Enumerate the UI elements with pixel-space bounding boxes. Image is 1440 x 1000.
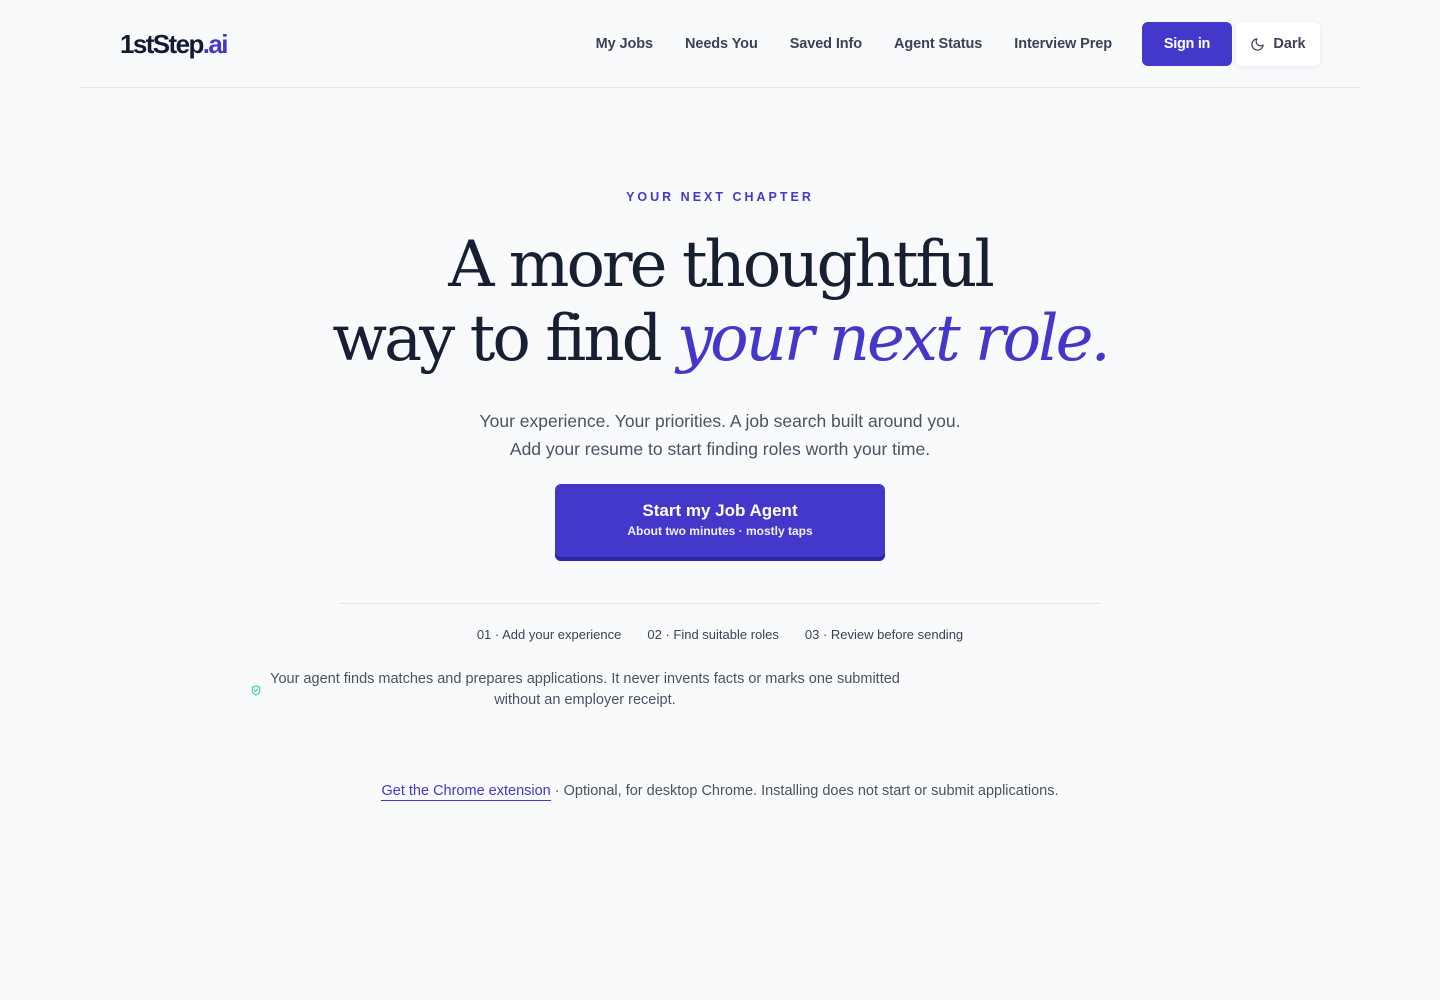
start-job-agent-button[interactable]: Start my Job Agent About two minutes · m… [555, 484, 885, 561]
chrome-extension-note: Get the Chrome extension · Optional, for… [0, 783, 1440, 801]
nav-interview-prep[interactable]: Interview Prep [1014, 36, 1112, 52]
logo[interactable]: 1stStep.ai [120, 27, 229, 61]
logo-tld: .ai [202, 29, 229, 59]
hero-headline: A more thoughtful way to find your next … [0, 228, 1440, 376]
headline-plain: way to find [332, 302, 662, 376]
shield-icon [251, 683, 261, 701]
logo-wordmark: 1stStep [120, 29, 204, 59]
nav-my-jobs[interactable]: My Jobs [596, 36, 653, 52]
site-header: 1stStep.ai My Jobs Needs You Saved Info … [80, 0, 1360, 88]
hero-subtext: Your experience. Your priorities. A job … [0, 407, 1440, 463]
step-3: 03 · Review before sending [804, 627, 964, 642]
main-nav: My Jobs Needs You Saved Info Agent Statu… [596, 30, 1112, 58]
dark-mode-label: Dark [1273, 36, 1306, 52]
section-divider [340, 603, 1100, 604]
headline-line-1: A more thoughtful [448, 228, 995, 302]
step-1: 01 · Add your experience [476, 627, 622, 642]
subtext-line-2: Add your resume to start finding roles w… [509, 439, 931, 459]
step-2: 02 · Find suitable roles [647, 627, 779, 642]
sign-in-button[interactable]: Sign in [1142, 22, 1232, 66]
nav-saved-info[interactable]: Saved Info [790, 36, 862, 52]
hero-eyebrow: YOUR NEXT CHAPTER [626, 190, 814, 204]
agent-trust-note: Your agent finds matches and prepares ap… [270, 671, 900, 708]
chrome-extension-link[interactable]: Get the Chrome extension [381, 783, 551, 801]
moon-icon [1250, 37, 1265, 52]
subtext-line-1: Your experience. Your priorities. A job … [479, 411, 961, 431]
cta-title: Start my Job Agent [642, 500, 798, 520]
headline-line-2: way to find your next role. [0, 302, 1440, 376]
headline-emphasis: your next role. [676, 302, 1111, 376]
dark-mode-toggle[interactable]: Dark [1236, 22, 1320, 66]
cta-subtitle: About two minutes · mostly taps [627, 523, 813, 538]
nav-needs-you[interactable]: Needs You [685, 36, 758, 52]
steps-list: 01 · Add your experience 02 · Find suita… [0, 627, 1440, 642]
chrome-extension-description: · Optional, for desktop Chrome. Installi… [550, 783, 1059, 799]
nav-agent-status[interactable]: Agent Status [894, 36, 982, 52]
